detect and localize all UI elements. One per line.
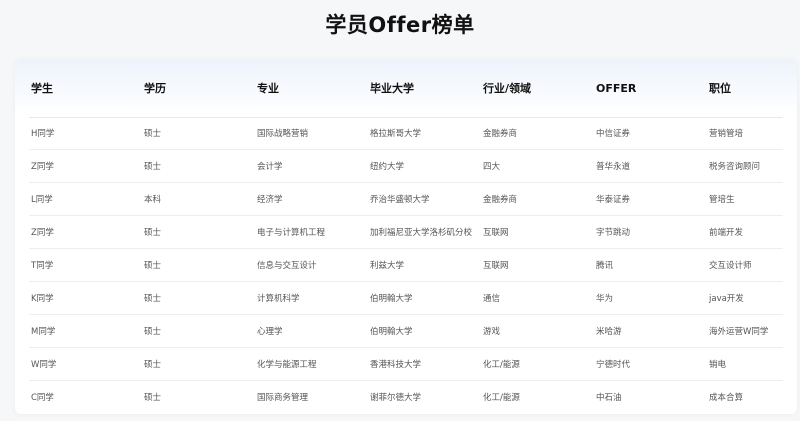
table-row: K同学 硕士 计算机科学 伯明翰大学 通信 华为 java开发	[29, 281, 783, 315]
cell-position: 海外运营W同学	[707, 314, 783, 348]
cell-industry: 游戏	[481, 314, 594, 348]
header-industry: 行业/领域	[481, 60, 594, 118]
cell-position: 前端开发	[707, 215, 783, 250]
cell-position: java开发	[707, 281, 783, 315]
cell-student: H同学	[29, 117, 142, 151]
cell-degree: 硕士	[142, 215, 255, 250]
cell-student: M同学	[29, 314, 142, 348]
cell-degree: 硕士	[142, 248, 255, 282]
cell-university: 纽约大学	[368, 149, 481, 184]
cell-degree: 硕士	[142, 149, 255, 184]
table-row: Z同学 硕士 电子与计算机工程 加利福尼亚大学洛杉矶分校 互联网 字节跳动 前端开发	[29, 215, 783, 250]
table-row: W同学 硕士 化学与能源工程 香港科技大学 化工/能源 宁德时代 销电	[29, 347, 783, 381]
cell-university: 利兹大学	[368, 248, 481, 282]
cell-degree: 硕士	[142, 347, 255, 381]
cell-position: 成本合算	[709, 392, 744, 403]
table-body: H同学 硕士 国际战略营销 格拉斯哥大学 金融券商 中信证券 营销管培 Z同学 硕士 会计学 纽约大…	[29, 117, 783, 413]
cell-university: 伯明翰大学	[368, 314, 481, 348]
cell-degree: 硕士	[142, 117, 255, 151]
cell-offer: 腾讯	[594, 248, 707, 282]
offer-table-card: 学生 学历 专业 毕业大学 行业/领域 OFFER 职位 H同学 硕士 国际战略营销…	[15, 60, 797, 414]
cell-major: 计算机科学	[255, 281, 368, 315]
cell-university: 格拉斯哥大学	[368, 117, 481, 151]
table-row: M同学 硕士 心理学 伯明翰大学 游戏 米哈游 海外运营W同学	[29, 314, 783, 348]
cell-industry: 化工/能源	[481, 347, 594, 381]
cell-student: Z同学	[29, 215, 142, 250]
header-offer: OFFER	[594, 60, 707, 118]
cell-position: 管培生	[707, 182, 783, 217]
header-degree: 学历	[142, 60, 255, 118]
cell-degree: 硕士	[142, 281, 255, 315]
cell-student: C同学	[31, 392, 54, 403]
table-header-row: 学生 学历 专业 毕业大学 行业/领域 OFFER 职位	[29, 60, 783, 118]
cell-offer: 宁德时代	[594, 347, 707, 381]
cell-university: 乔治华盛顿大学	[368, 182, 481, 217]
cell-major: 信息与交互设计	[255, 248, 368, 282]
cell-industry: 互联网	[481, 215, 594, 250]
cell-industry: 金融券商	[481, 117, 594, 151]
cell-industry: 金融券商	[481, 182, 594, 217]
offer-table: 学生 学历 专业 毕业大学 行业/领域 OFFER 职位 H同学 硕士 国际战略营销…	[29, 60, 783, 413]
cell-university: 谢菲尔德大学	[370, 392, 422, 403]
header-position: 职位	[707, 60, 783, 118]
table-row: Z同学 硕士 会计学 纽约大学 四大 普华永道 税务咨询顾问	[29, 149, 783, 184]
cell-position: 税务咨询顾问	[707, 149, 783, 184]
cell-offer: 中信证券	[594, 117, 707, 151]
cell-university: 伯明翰大学	[368, 281, 481, 315]
cell-industry: 四大	[481, 149, 594, 184]
page-title: 学员Offer榜单	[325, 13, 475, 37]
cell-university: 香港科技大学	[368, 347, 481, 381]
cell-position: 销电	[707, 347, 783, 381]
table-row: T同学 硕士 信息与交互设计 利兹大学 互联网 腾讯 交互设计师	[29, 248, 783, 282]
cell-offer: 华泰证券	[594, 182, 707, 217]
cell-major: 国际商务管理	[257, 392, 309, 403]
cell-major: 经济学	[255, 182, 368, 217]
table-row: H同学 硕士 国际战略营销 格拉斯哥大学 金融券商 中信证券 营销管培	[29, 117, 783, 151]
cell-student: L同学	[29, 182, 142, 217]
cell-offer: 中石油	[596, 392, 622, 403]
cell-offer: 普华永道	[594, 149, 707, 184]
cell-degree: 硕士	[142, 314, 255, 348]
cell-offer: 华为	[594, 281, 707, 315]
cell-major: 国际战略营销	[255, 117, 368, 151]
cell-industry: 化工/能源	[483, 392, 520, 403]
cell-student: Z同学	[29, 149, 142, 184]
cell-industry: 通信	[481, 281, 594, 315]
cell-university: 加利福尼亚大学洛杉矶分校	[368, 215, 481, 250]
header-student: 学生	[29, 60, 142, 118]
cell-industry: 互联网	[481, 248, 594, 282]
cell-offer: 米哈游	[594, 314, 707, 348]
table-row: L同学 本科 经济学 乔治华盛顿大学 金融券商 华泰证券 管培生	[29, 182, 783, 217]
cell-student: K同学	[29, 281, 142, 315]
cell-offer: 字节跳动	[594, 215, 707, 250]
cell-degree: 本科	[142, 182, 255, 217]
cell-degree: 硕士	[144, 392, 162, 403]
cell-student: W同学	[29, 347, 142, 381]
cell-student: T同学	[29, 248, 142, 282]
header-university: 毕业大学	[368, 60, 481, 118]
table-row: C同学 硕士 国际商务管理 谢菲尔德大学 化工/能源 中石油 成本合算	[29, 380, 783, 413]
cell-position: 交互设计师	[707, 248, 783, 282]
cell-major: 电子与计算机工程	[255, 215, 368, 250]
header-major: 专业	[255, 60, 368, 118]
cell-major: 会计学	[255, 149, 368, 184]
cell-major: 心理学	[255, 314, 368, 348]
cell-position: 营销管培	[707, 117, 783, 151]
cell-major: 化学与能源工程	[255, 347, 368, 381]
